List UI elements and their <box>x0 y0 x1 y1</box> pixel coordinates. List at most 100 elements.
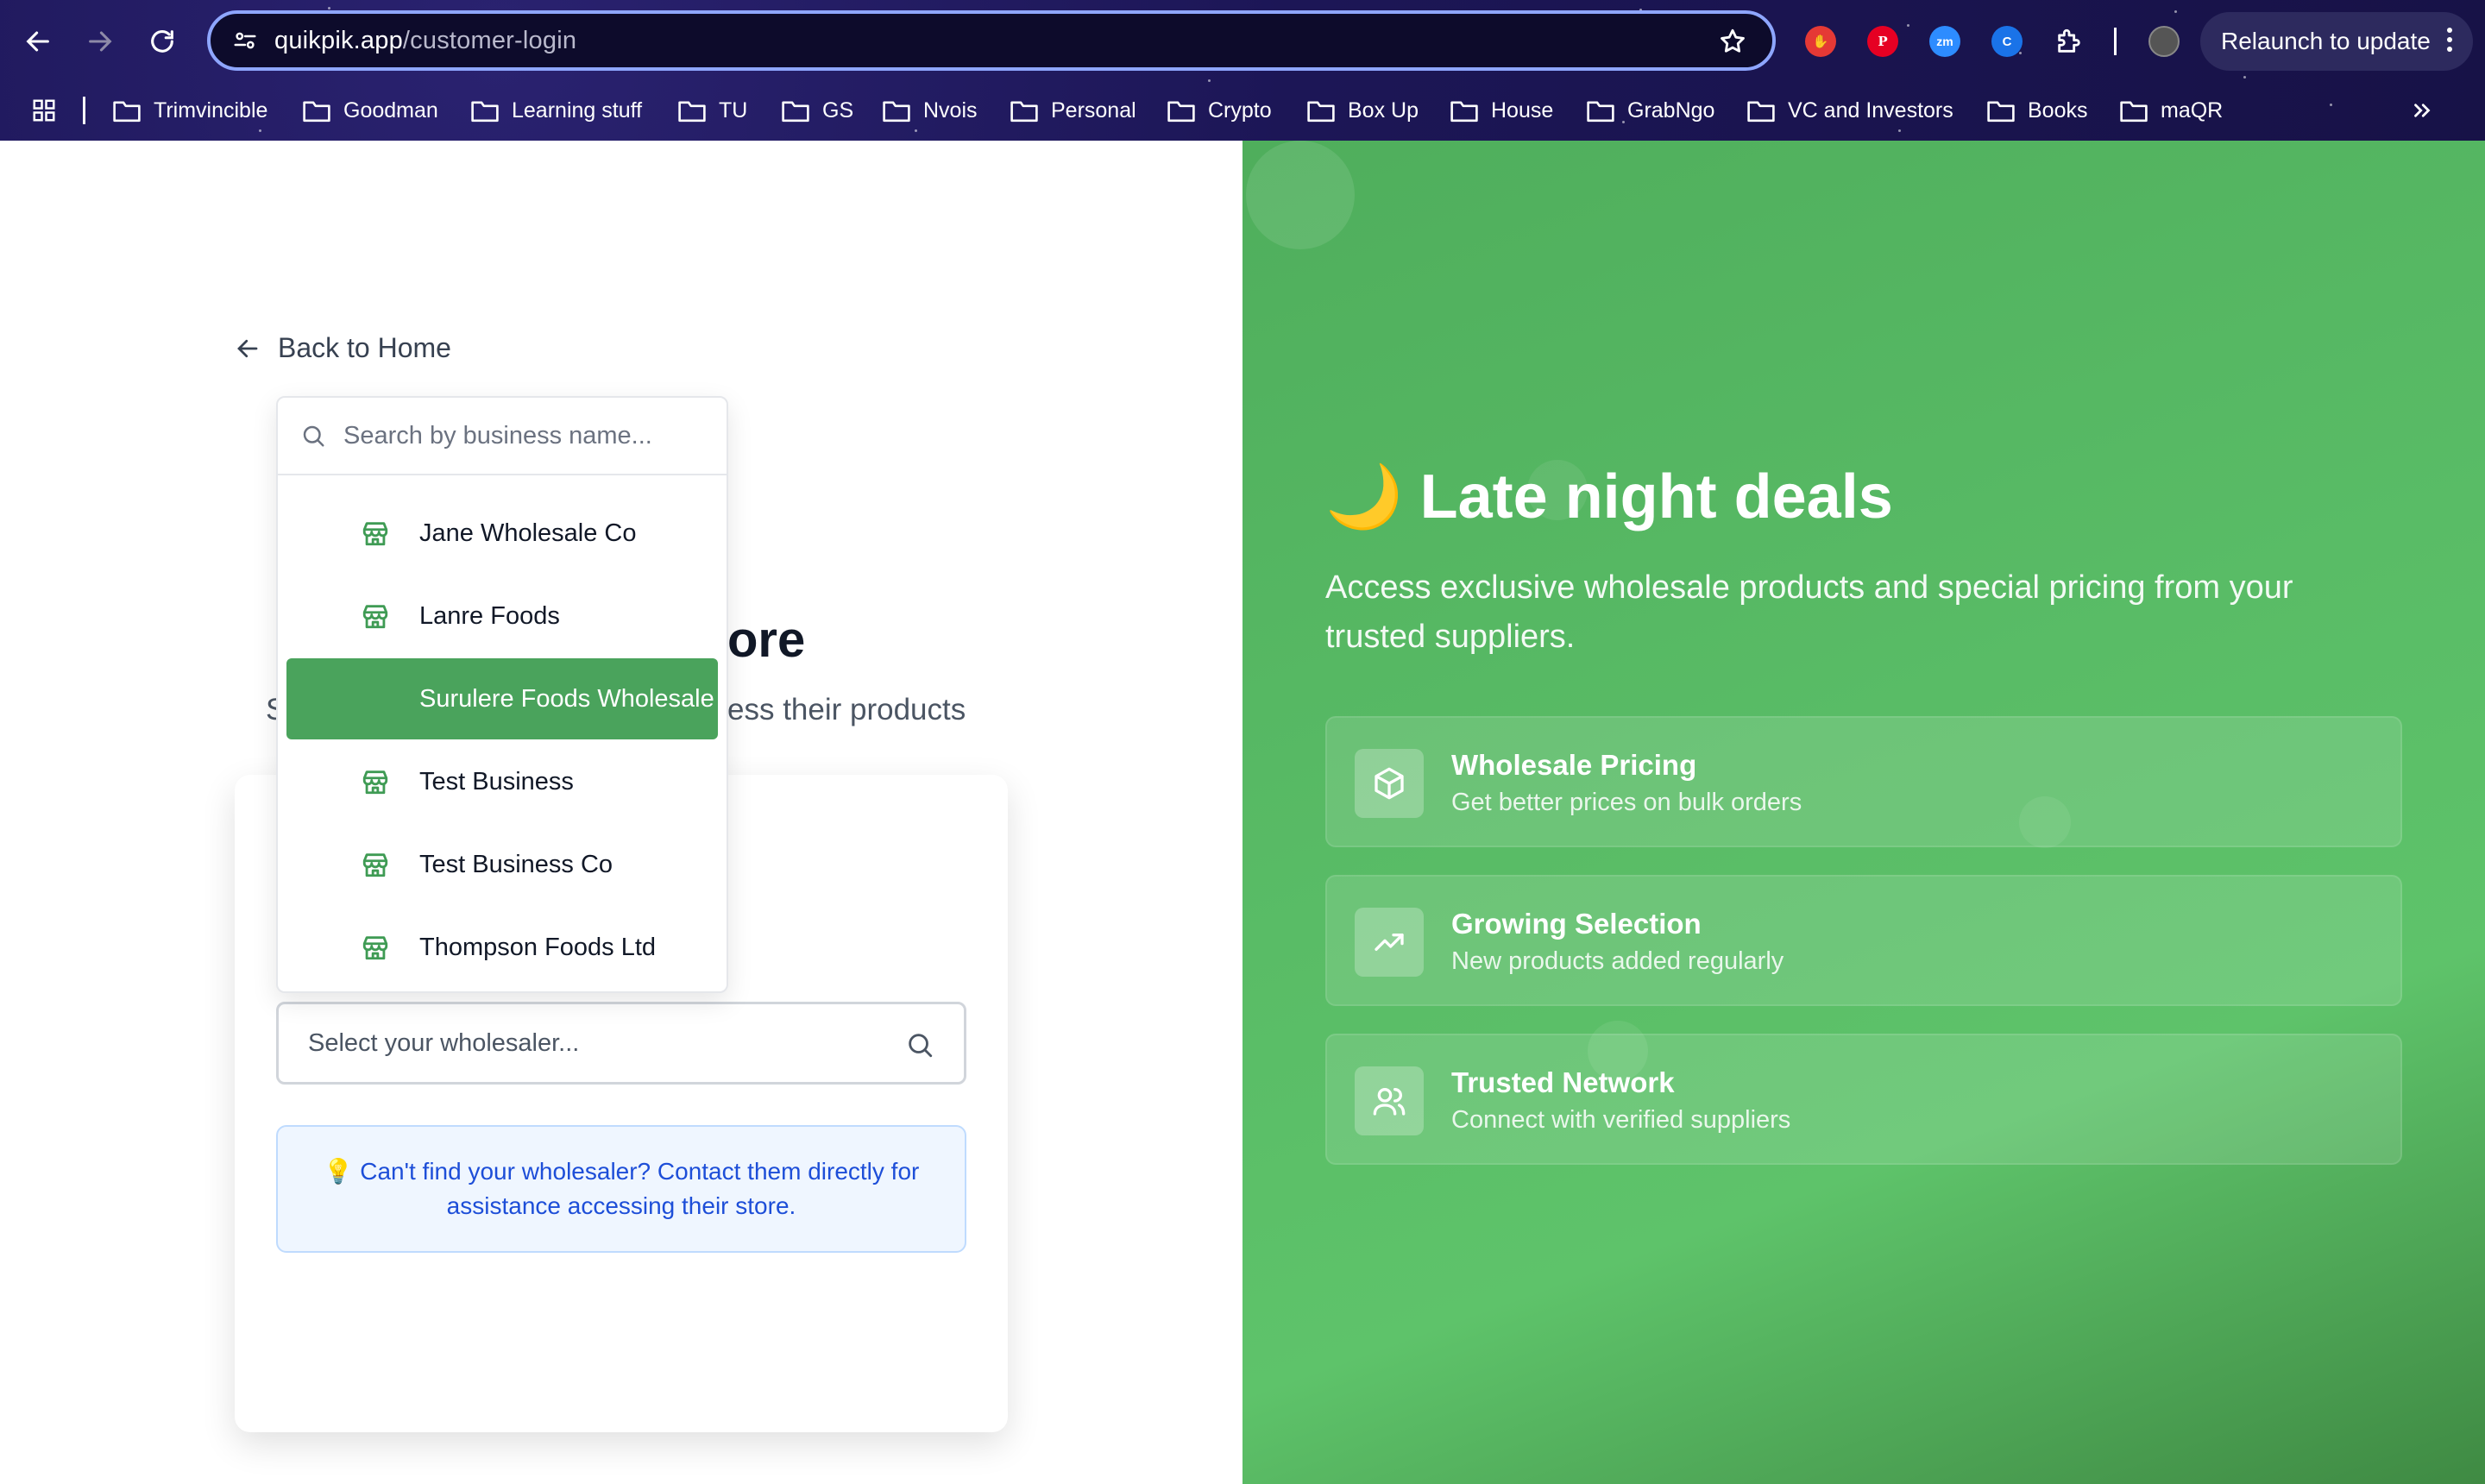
bookmarks-divider <box>83 97 85 124</box>
wholesaler-option[interactable]: Test Business Co <box>286 824 718 905</box>
bookmark-item[interactable]: Goodman <box>302 93 438 128</box>
bookmark-label: GS <box>822 97 854 123</box>
browser-toolbar: quikpik.app/customer-login ✋ P zm C Rela… <box>0 0 2485 83</box>
folder-icon <box>1010 97 1051 123</box>
package-icon <box>1355 749 1424 818</box>
wholesaler-option[interactable]: Lanre Foods <box>286 575 718 657</box>
feature-title: Growing Selection <box>1451 908 1702 940</box>
feature-desc: Connect with verified suppliers <box>1451 1106 1791 1134</box>
login-panel: Back to Home ore S ess their products Se… <box>0 141 1242 1484</box>
bookmark-label: House <box>1491 97 1554 123</box>
wholesaler-option-label: Lanre Foods <box>419 601 560 630</box>
folder-icon <box>1450 97 1491 123</box>
relaunch-button[interactable]: Relaunch to update <box>2200 12 2473 71</box>
feature-wholesale-pricing: Wholesale Pricing Get better prices on b… <box>1325 716 2402 847</box>
bookmark-item[interactable]: House <box>1450 93 1553 128</box>
bookmark-label: Personal <box>1051 97 1136 123</box>
help-notice-text: 💡 Can't find your wholesaler? Contact th… <box>323 1158 920 1219</box>
bookmark-item[interactable]: Crypto <box>1167 93 1272 128</box>
arrow-left-icon <box>237 339 258 357</box>
url-host: quikpik.app <box>274 26 403 54</box>
bookmark-label: VC and Investors <box>1788 97 1953 123</box>
toolbar-divider <box>2114 28 2117 55</box>
store-icon <box>286 519 419 548</box>
puzzle-icon[interactable] <box>2054 26 2085 57</box>
profile-avatar-icon[interactable] <box>2148 26 2180 57</box>
feature-desc: Get better prices on bulk orders <box>1451 789 1802 816</box>
bookmark-item[interactable]: Nvois <box>882 93 978 128</box>
bookmark-item[interactable]: Trimvincible <box>112 93 267 128</box>
bookmark-item[interactable]: GS <box>781 93 853 128</box>
help-notice: 💡 Can't find your wholesaler? Contact th… <box>276 1125 966 1253</box>
bookmark-label: Goodman <box>343 97 438 123</box>
wholesaler-option[interactable]: Test Business <box>286 741 718 822</box>
bookmark-item[interactable]: maQR <box>2119 93 2223 128</box>
feature-desc: New products added regularly <box>1451 947 1784 975</box>
wholesaler-select[interactable]: Select your wholesaler... <box>276 1002 966 1085</box>
business-search-input[interactable] <box>343 421 723 450</box>
bookmark-label: Nvois <box>923 97 978 123</box>
promo-title: 🌙 Late night deals <box>1325 462 1893 531</box>
bookmark-item[interactable]: VC and Investors <box>1746 93 1953 128</box>
browser-chrome: quikpik.app/customer-login ✋ P zm C Rela… <box>0 0 2485 141</box>
back-to-home-link[interactable]: Back to Home <box>235 332 451 364</box>
zoom-icon[interactable]: zm <box>1929 26 1960 57</box>
folder-icon <box>882 97 923 123</box>
store-icon <box>286 601 419 631</box>
page-heading: ore <box>727 612 806 668</box>
adblock-icon[interactable]: ✋ <box>1805 26 1836 57</box>
bookmark-item[interactable]: TU <box>677 93 747 128</box>
folder-icon <box>2119 97 2161 123</box>
wholesaler-select-placeholder: Select your wholesaler... <box>308 1028 580 1057</box>
wholesaler-option[interactable]: Thompson Foods Ltd <box>286 907 718 988</box>
address-bar[interactable]: quikpik.app/customer-login <box>207 10 1776 71</box>
store-icon <box>286 684 419 714</box>
bookmark-item[interactable]: Books <box>1986 93 2087 128</box>
wholesaler-option-label: Test Business <box>419 767 574 795</box>
bookmark-item[interactable]: GrabNgo <box>1586 93 1714 128</box>
bookmark-label: maQR <box>2161 97 2224 123</box>
search-icon <box>303 425 324 447</box>
promo-panel: 🌙 Late night deals Access exclusive whol… <box>1242 141 2485 1484</box>
forward-arrow-icon[interactable] <box>81 22 119 60</box>
bookmark-star-icon[interactable] <box>1715 24 1750 59</box>
wholesaler-option[interactable]: Surulere Foods Wholesale <box>286 658 718 739</box>
folder-icon <box>1167 97 1208 123</box>
bookmark-label: GrabNgo <box>1627 97 1715 123</box>
extension-c-icon[interactable]: C <box>1991 26 2023 57</box>
reload-icon[interactable] <box>143 22 181 60</box>
bookmark-label: Crypto <box>1208 97 1272 123</box>
bookmark-item[interactable]: Learning stuff <box>470 93 642 128</box>
folder-icon <box>1746 97 1788 123</box>
dropdown-search-bar <box>278 398 727 475</box>
wholesaler-option[interactable]: Jane Wholesale Co <box>286 493 718 574</box>
site-info-icon[interactable] <box>228 23 262 58</box>
apps-grid-icon[interactable] <box>29 93 71 128</box>
folder-icon <box>112 97 154 123</box>
search-icon <box>909 1034 933 1058</box>
page-subtext-end: ess their products <box>727 693 966 726</box>
feature-trusted-network: Trusted Network Connect with verified su… <box>1325 1034 2402 1165</box>
decorative-blob <box>1246 141 1355 249</box>
bookmark-item[interactable]: Box Up <box>1306 93 1419 128</box>
wholesaler-option-label: Jane Wholesale Co <box>419 519 637 547</box>
feature-growing-selection: Growing Selection New products added reg… <box>1325 875 2402 1006</box>
store-icon <box>286 767 419 796</box>
more-bookmarks-icon[interactable] <box>2407 93 2449 128</box>
folder-icon <box>781 97 822 123</box>
pinterest-icon[interactable]: P <box>1867 26 1898 57</box>
bookmarks-bar: Trimvincible Goodman Learning stuff TU GS Nvo… <box>0 86 2485 135</box>
bookmark-item[interactable]: Personal <box>1010 93 1136 128</box>
trending-up-icon <box>1355 908 1424 977</box>
feature-title: Trusted Network <box>1451 1066 1675 1098</box>
bookmark-label: TU <box>719 97 748 123</box>
bookmark-label: Trimvincible <box>154 97 268 123</box>
url-text[interactable]: quikpik.app/customer-login <box>274 27 576 55</box>
folder-icon <box>470 97 512 123</box>
promo-subtitle: Access exclusive wholesale products and … <box>1325 569 2293 655</box>
store-icon <box>286 933 419 962</box>
back-arrow-icon[interactable] <box>19 22 57 60</box>
menu-dots-icon[interactable] <box>2447 28 2452 52</box>
back-to-home-label: Back to Home <box>278 332 451 363</box>
folder-icon <box>302 97 343 123</box>
